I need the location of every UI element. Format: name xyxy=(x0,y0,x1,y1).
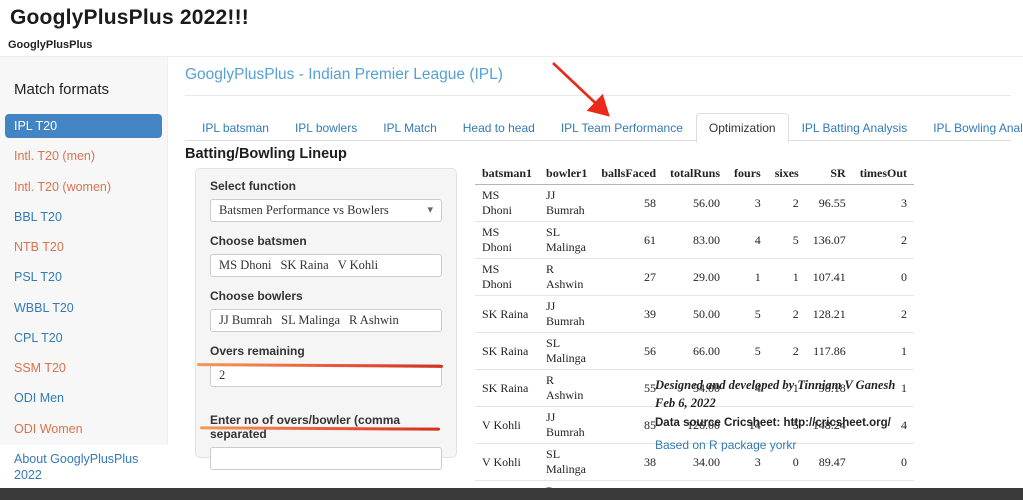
app-window: GooglyPlusPlus 2022!!! GooglyPlusPlus Ma… xyxy=(0,0,1023,500)
sidebar: Match formats IPL T20 Intl. T20 (men) Intl… xyxy=(0,57,168,445)
token-sk-raina[interactable]: SK Raina xyxy=(280,258,328,272)
token-v-kohli[interactable]: V Kohli xyxy=(338,258,378,272)
lineup-form: Select function Batsmen Performance vs B… xyxy=(195,168,457,458)
sidebar-item-odi-women[interactable]: ODI Women xyxy=(5,417,162,441)
table-row: MS DhoniSL Malinga6183.0045136.072 xyxy=(475,222,914,259)
col-header-ballsfaced: ballsFaced xyxy=(594,163,663,185)
choose-batsmen-field: Choose batsmen MS Dhoni SK Raina V Kohli xyxy=(210,234,442,277)
select-function-label: Select function xyxy=(210,179,442,193)
tab-bar: IPL batsmanIPL bowlersIPL MatchHead to h… xyxy=(185,112,1011,141)
table-row: SK RainaJJ Bumrah3950.0052128.212 xyxy=(475,296,914,333)
bowlers-tokens-input[interactable]: JJ Bumrah SL Malinga R Ashwin xyxy=(210,309,442,332)
batsmen-tokens-input[interactable]: MS Dhoni SK Raina V Kohli xyxy=(210,254,442,277)
sidebar-nav: IPL T20 Intl. T20 (men) Intl. T20 (women) B… xyxy=(0,114,167,487)
token-ms-dhoni[interactable]: MS Dhoni xyxy=(219,258,271,272)
tab-ipl-bowling-analysis[interactable]: IPL Bowling Analysis xyxy=(920,113,1023,143)
col-header-bowler1: bowler1 xyxy=(539,163,594,185)
overs-remaining-label: Overs remaining xyxy=(210,344,442,358)
choose-bowlers-field: Choose bowlers JJ Bumrah SL Malinga R Ashw… xyxy=(210,289,442,332)
chevron-down-icon: ▾ xyxy=(427,203,433,216)
function-select[interactable]: Batsmen Performance vs Bowlers ▾ xyxy=(210,199,442,222)
sidebar-item-about-googlyplusplus-2022[interactable]: About GooglyPlusPlus 2022 xyxy=(5,447,162,488)
table-row: SK RainaSL Malinga5666.0052117.861 xyxy=(475,333,914,370)
app-brand: GooglyPlusPlus xyxy=(8,39,92,51)
credit-date: Feb 6, 2022 xyxy=(655,395,995,413)
token-sl-malinga[interactable]: SL Malinga xyxy=(281,313,340,327)
token-r-ashwin[interactable]: R Ashwin xyxy=(349,313,399,327)
sidebar-item-intl-t20-men[interactable]: Intl. T20 (men) xyxy=(5,144,162,168)
app-header: GooglyPlusPlus 2022!!! GooglyPlusPlus xyxy=(0,0,1023,57)
credit-author: Designed and developed by Tinniam V Gane… xyxy=(655,377,995,395)
main-divider xyxy=(185,95,1011,96)
tab-ipl-team-performance[interactable]: IPL Team Performance xyxy=(548,113,696,143)
credit-yorkr-link[interactable]: Based on R package yorkr xyxy=(655,437,995,455)
sidebar-item-psl-t20[interactable]: PSL T20 xyxy=(5,265,162,289)
sidebar-item-wbbl-t20[interactable]: WBBL T20 xyxy=(5,296,162,320)
sidebar-heading: Match formats xyxy=(0,57,167,114)
tab-optimization[interactable]: Optimization xyxy=(696,113,789,143)
choose-bowlers-label: Choose bowlers xyxy=(210,289,442,303)
tab-ipl-batsman[interactable]: IPL batsman xyxy=(189,113,282,143)
overs-per-bowler-input[interactable] xyxy=(210,447,442,470)
select-function-field: Select function Batsmen Performance vs B… xyxy=(210,179,442,222)
col-header-sr: SR xyxy=(806,163,853,185)
tab-ipl-bowlers[interactable]: IPL bowlers xyxy=(282,113,370,143)
sidebar-item-ssm-t20[interactable]: SSM T20 xyxy=(5,356,162,380)
choose-batsmen-label: Choose batsmen xyxy=(210,234,442,248)
tab-ipl-match[interactable]: IPL Match xyxy=(370,113,450,143)
sidebar-item-intl-t20-women[interactable]: Intl. T20 (women) xyxy=(5,175,162,199)
footer-bar xyxy=(0,488,1023,500)
col-header-fours: fours xyxy=(727,163,768,185)
col-header-timesout: timesOut xyxy=(853,163,914,185)
credit-data-source: Data source Cricsheet: http://cricsheet.… xyxy=(655,415,995,433)
tab-head-to-head[interactable]: Head to head xyxy=(450,113,548,143)
credits-block: Designed and developed by Tinniam V Gane… xyxy=(655,377,995,454)
sidebar-item-bbl-t20[interactable]: BBL T20 xyxy=(5,205,162,229)
function-select-value: Batsmen Performance vs Bowlers xyxy=(219,203,389,217)
token-jj-bumrah[interactable]: JJ Bumrah xyxy=(219,313,272,327)
table-row: MS DhoniR Ashwin2729.0011107.410 xyxy=(475,259,914,296)
overs-remaining-value: 2 xyxy=(219,368,225,382)
page-title: GooglyPlusPlus - Indian Premier League (… xyxy=(185,66,503,84)
col-header-sixes: sixes xyxy=(768,163,806,185)
sidebar-item-cpl-t20[interactable]: CPL T20 xyxy=(5,326,162,350)
sidebar-item-odi-men[interactable]: ODI Men xyxy=(5,386,162,410)
col-header-batsman1: batsman1 xyxy=(475,163,539,185)
sidebar-item-ntb-t20[interactable]: NTB T20 xyxy=(5,235,162,259)
app-title: GooglyPlusPlus 2022!!! xyxy=(10,6,249,30)
table-row: MS DhoniJJ Bumrah5856.003296.553 xyxy=(475,185,914,222)
section-title: Batting/Bowling Lineup xyxy=(185,146,347,162)
overs-per-bowler-field: Enter no of overs/bowler (comma separate… xyxy=(210,413,442,470)
sidebar-item-ipl-t20[interactable]: IPL T20 xyxy=(5,114,162,138)
col-header-totalruns: totalRuns xyxy=(663,163,727,185)
tab-ipl-batting-analysis[interactable]: IPL Batting Analysis xyxy=(789,113,921,143)
